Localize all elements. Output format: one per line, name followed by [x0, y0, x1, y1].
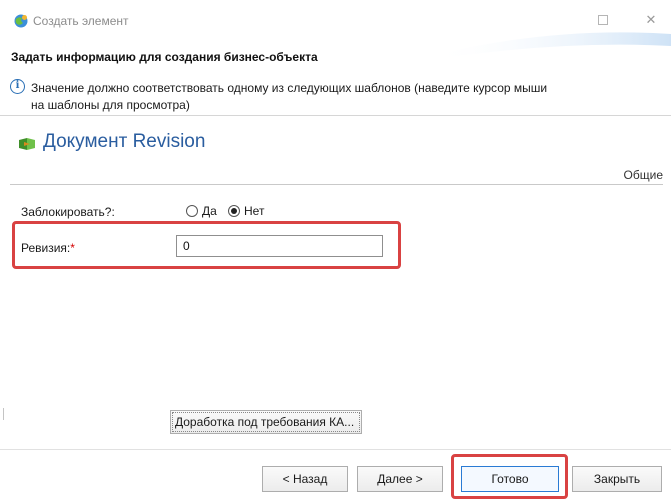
info-icon: i: [10, 79, 25, 94]
banner-decoration: [431, 32, 671, 60]
document-title: Документ Revision: [43, 131, 206, 152]
lock-yes-label[interactable]: Да: [202, 204, 217, 218]
back-button[interactable]: < Назад: [262, 466, 348, 492]
left-edge-mark: [3, 408, 4, 420]
rework-button[interactable]: Доработка под требования КА...: [170, 410, 362, 434]
section-divider: [10, 184, 663, 185]
revision-highlight-frame: [12, 221, 401, 269]
lock-yes-radio[interactable]: [186, 205, 198, 217]
section-label: Общие: [623, 168, 663, 182]
finish-highlight-frame: [451, 454, 568, 499]
info-text: Значение должно соответствовать одному и…: [31, 81, 548, 112]
app-icon: [14, 14, 28, 28]
lock-no-radio[interactable]: [228, 205, 240, 217]
footer-separator: [0, 449, 671, 450]
lock-no-label[interactable]: Нет: [244, 204, 264, 218]
next-button[interactable]: Далее >: [357, 466, 443, 492]
lock-label: Заблокировать?:: [21, 205, 115, 219]
close-button[interactable]: Закрыть: [572, 466, 662, 492]
header-separator: [0, 115, 671, 116]
document-type-icon: [19, 138, 35, 150]
window-title: Создать элемент: [33, 14, 129, 28]
wizard-page-title: Задать информацию для создания бизнес-об…: [11, 50, 318, 64]
